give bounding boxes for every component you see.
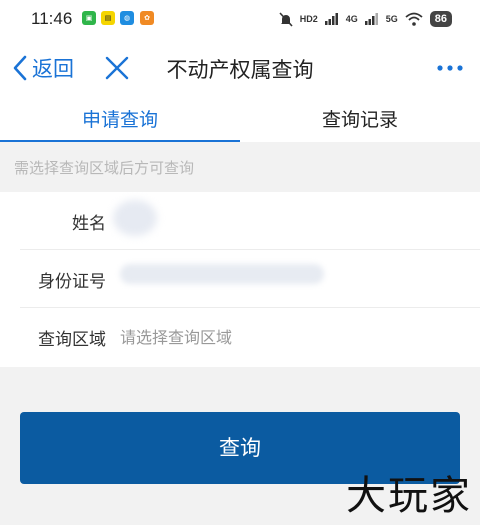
tab-query-records[interactable]: 查询记录 xyxy=(240,98,480,142)
region-select-field[interactable] xyxy=(120,322,450,352)
hd-tag: HD2 xyxy=(299,13,318,24)
name-label: 姓名 xyxy=(72,214,106,234)
region-label: 查询区域 xyxy=(38,330,106,350)
nav-bar: 返回 不动产权属查询 xyxy=(0,38,480,98)
tab-bar: 申请查询 查询记录 xyxy=(0,98,480,142)
region-row: 查询区域 xyxy=(0,308,480,366)
hint-banner: 需选择查询区域后方可查询 xyxy=(0,142,480,192)
signal-icon xyxy=(364,13,378,25)
tab-apply-query[interactable]: 申请查询 xyxy=(0,98,240,142)
watermark: 大玩家 xyxy=(346,473,472,519)
app-notification-icon: ✿ xyxy=(140,11,154,25)
app-notification-icon: ▤ xyxy=(101,11,115,25)
query-form: 姓名 身份证号 查询区域 xyxy=(0,192,480,367)
status-indicators: HD2 4G 5G 86 xyxy=(279,8,452,30)
status-bar: 11:46 ▣ ▤ ◍ ✿ HD2 4G 5G 86 xyxy=(0,0,480,38)
redacted-name-value[interactable] xyxy=(113,200,157,236)
id-number-label: 身份证号 xyxy=(38,272,106,292)
mute-icon xyxy=(279,11,293,27)
app-notification-icon: ◍ xyxy=(120,11,134,25)
wifi-icon xyxy=(405,12,423,26)
more-icon xyxy=(437,65,463,71)
redacted-id-number-value[interactable] xyxy=(120,264,324,284)
app-notification-icon: ▣ xyxy=(82,11,96,25)
name-row: 姓名 xyxy=(0,192,480,250)
id-number-row: 身份证号 xyxy=(0,250,480,308)
hint-text: 需选择查询区域后方可查询 xyxy=(14,159,195,177)
page-title: 不动产权属查询 xyxy=(166,58,314,82)
status-time: 11:46 xyxy=(31,9,73,28)
network-4g-tag: 4G xyxy=(345,13,358,24)
network-5g-tag: 5G xyxy=(385,13,398,24)
more-button[interactable] xyxy=(436,58,464,78)
signal-icon xyxy=(324,13,338,25)
battery-level: 86 xyxy=(429,11,452,27)
